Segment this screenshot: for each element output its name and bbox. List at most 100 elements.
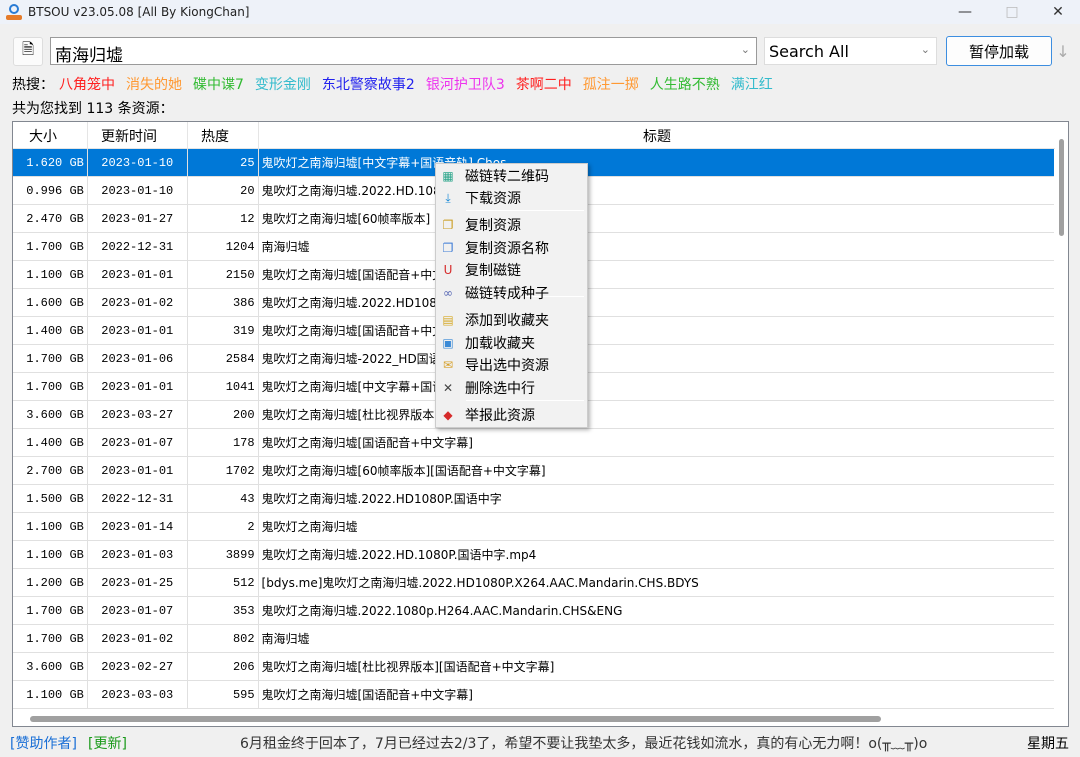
- engine-select[interactable]: Search All ⌄: [764, 37, 937, 65]
- status-bar: [赞助作者] [更新] 6月租金终于回本了，7月已经过去2/3了，希望不要让我垫…: [0, 733, 1080, 755]
- menu-item[interactable]: ⤓ 下载资源: [436, 187, 587, 209]
- hot-search-item[interactable]: 变形金刚: [255, 74, 311, 94]
- hot-search-item[interactable]: 银河护卫队3: [426, 74, 505, 94]
- header-size[interactable]: 大小: [13, 122, 88, 148]
- cell-heat: 43: [188, 485, 259, 512]
- link-icon: ∞: [443, 286, 453, 300]
- cell-heat: 20: [188, 177, 259, 204]
- cell-title: [bdys.me]鬼吹灯之南海归墟.2022.HD1080P.X264.AAC.…: [261, 576, 699, 590]
- table-row[interactable]: 2.700 GB 2023-01-01 1702 鬼吹灯之南海归墟[60帧率版本][国…: [13, 457, 1054, 485]
- file-settings-icon: 🗎: [21, 40, 35, 58]
- menu-item-label: 举报此资源: [465, 408, 535, 424]
- cell-size: 1.100 GB: [13, 541, 88, 568]
- table-row[interactable]: 1.100 GB 2023-01-14 2 鬼吹灯之南海归墟: [13, 513, 1054, 541]
- hot-search-item[interactable]: 碟中谍7: [193, 74, 244, 94]
- cell-title: 鬼吹灯之南海归墟.2022.HD.108: [261, 184, 441, 198]
- table-row[interactable]: 1.500 GB 2022-12-31 43 鬼吹灯之南海归墟.2022.HD1080…: [13, 485, 1054, 513]
- sponsor-link[interactable]: [赞助作者]: [10, 733, 77, 753]
- cell-date: 2023-01-14: [88, 513, 188, 540]
- chevron-down-icon[interactable]: ⌄: [921, 43, 930, 56]
- search-input[interactable]: 南海归墟 ⌄: [50, 37, 757, 66]
- table-row[interactable]: 1.200 GB 2023-01-25 512 [bdys.me]鬼吹灯之南海归墟.2…: [13, 569, 1054, 597]
- cell-size: 1.700 GB: [13, 625, 88, 652]
- chevron-down-icon[interactable]: ⌄: [741, 43, 750, 56]
- cell-heat: 1204: [188, 233, 259, 260]
- menu-item[interactable]: ❐ 复制资源: [436, 214, 587, 236]
- settings-file-button[interactable]: 🗎: [13, 37, 43, 66]
- update-link[interactable]: [更新]: [88, 733, 127, 753]
- horizontal-scroll-thumb[interactable]: [30, 716, 881, 722]
- menu-item[interactable]: ✉ 导出选中资源: [436, 354, 587, 376]
- window-title: BTSOU v23.05.08 [All By KiongChan]: [28, 5, 250, 19]
- cell-title: 鬼吹灯之南海归墟.2022.HD.1080P.国语中字.mp4: [261, 548, 537, 562]
- pause-loading-button[interactable]: 暂停加载: [946, 36, 1052, 66]
- menu-item[interactable]: ∞ 磁链转成种子: [436, 282, 587, 304]
- menu-item[interactable]: ▣ 加载收藏夹: [436, 332, 587, 354]
- cell-date: 2023-01-07: [88, 597, 188, 624]
- menu-item[interactable]: ◆ 举报此资源: [436, 404, 587, 426]
- down-arrow-icon[interactable]: ↓: [1055, 36, 1071, 66]
- vertical-scrollbar[interactable]: [1055, 122, 1068, 712]
- hot-search-item[interactable]: 八角笼中: [59, 74, 115, 94]
- cell-size: 1.400 GB: [13, 429, 88, 456]
- cell-heat: 595: [188, 681, 259, 708]
- menu-item[interactable]: ✕ 删除选中行: [436, 377, 587, 399]
- minimize-button[interactable]: —: [942, 0, 988, 24]
- hot-search-item[interactable]: 人生路不熟: [650, 74, 720, 94]
- cell-title: 鬼吹灯之南海归墟[国语配音+中文: [261, 324, 445, 338]
- cell-heat: 353: [188, 597, 259, 624]
- cell-title: 鬼吹灯之南海归墟[杜比视界版本][国语配音+中文字幕]: [261, 660, 555, 674]
- menu-item-label: 复制资源: [465, 218, 521, 234]
- cell-size: 1.700 GB: [13, 345, 88, 372]
- cell-heat: 2150: [188, 261, 259, 288]
- hot-search-item[interactable]: 消失的她: [126, 74, 182, 94]
- hot-search-item[interactable]: 满江红: [731, 74, 773, 94]
- menu-item-label: 添加到收藏夹: [465, 313, 549, 329]
- cell-date: 2023-01-10: [88, 149, 188, 176]
- cell-title: 鬼吹灯之南海归墟.2022.HD1080: [261, 296, 445, 310]
- cell-size: 1.700 GB: [13, 597, 88, 624]
- table-row[interactable]: 1.700 GB 2023-01-02 802 南海归墟: [13, 625, 1054, 653]
- hot-search-item[interactable]: 孤注一掷: [583, 74, 639, 94]
- weekday: 星期五: [1027, 736, 1069, 752]
- add-favorite-icon: ▤: [442, 313, 454, 327]
- table-row[interactable]: 3.600 GB 2023-02-27 206 鬼吹灯之南海归墟[杜比视界版本][国语…: [13, 653, 1054, 681]
- menu-item-label: 加载收藏夹: [465, 336, 535, 352]
- table-row[interactable]: 1.100 GB 2023-01-03 3899 鬼吹灯之南海归墟.2022.HD.1…: [13, 541, 1054, 569]
- hot-search-item[interactable]: 茶啊二中: [516, 74, 572, 94]
- table-row[interactable]: 1.400 GB 2023-01-07 178 鬼吹灯之南海归墟[国语配音+中文字幕]: [13, 429, 1054, 457]
- search-value: 南海归墟: [55, 46, 123, 66]
- cell-size: 1.500 GB: [13, 485, 88, 512]
- menu-item[interactable]: ▦ 磁链转二维码: [436, 165, 587, 187]
- cell-size: 2.700 GB: [13, 457, 88, 484]
- copy-icon: ❐: [442, 218, 454, 232]
- cell-title: 鬼吹灯之南海归墟[中文字幕+国语: [261, 380, 445, 394]
- cell-date: 2023-01-07: [88, 429, 188, 456]
- table-row[interactable]: 1.100 GB 2023-03-03 595 鬼吹灯之南海归墟[国语配音+中文字幕]: [13, 681, 1054, 709]
- menu-separator: [466, 400, 584, 401]
- menu-item[interactable]: ▤ 添加到收藏夹: [436, 309, 587, 331]
- table-row[interactable]: 1.700 GB 2023-01-07 353 鬼吹灯之南海归墟.2022.1080p…: [13, 597, 1054, 625]
- maximize-button[interactable]: □: [989, 0, 1035, 24]
- menu-item[interactable]: ❐ 复制资源名称: [436, 237, 587, 259]
- cell-date: 2023-01-01: [88, 373, 188, 400]
- menu-item-label: 下载资源: [465, 191, 521, 207]
- cell-heat: 802: [188, 625, 259, 652]
- cell-heat: 206: [188, 653, 259, 680]
- menu-item[interactable]: U 复制磁链: [436, 259, 587, 281]
- cell-size: 3.600 GB: [13, 401, 88, 428]
- vertical-scroll-thumb[interactable]: [1059, 139, 1064, 236]
- cell-date: 2023-01-10: [88, 177, 188, 204]
- cell-heat: 386: [188, 289, 259, 316]
- cell-heat: 1041: [188, 373, 259, 400]
- hot-search-item[interactable]: 东北警察故事2: [322, 74, 415, 94]
- menu-item-label: 复制资源名称: [465, 241, 549, 257]
- header-heat[interactable]: 热度: [188, 122, 259, 148]
- cell-date: 2023-01-03: [88, 541, 188, 568]
- close-button[interactable]: ✕: [1035, 0, 1080, 24]
- header-date[interactable]: 更新时间: [88, 122, 188, 148]
- cell-heat: 25: [188, 149, 259, 176]
- cell-date: 2022-12-31: [88, 233, 188, 260]
- header-title[interactable]: 标题: [259, 122, 1056, 148]
- menu-item-label: 磁链转成种子: [465, 286, 549, 302]
